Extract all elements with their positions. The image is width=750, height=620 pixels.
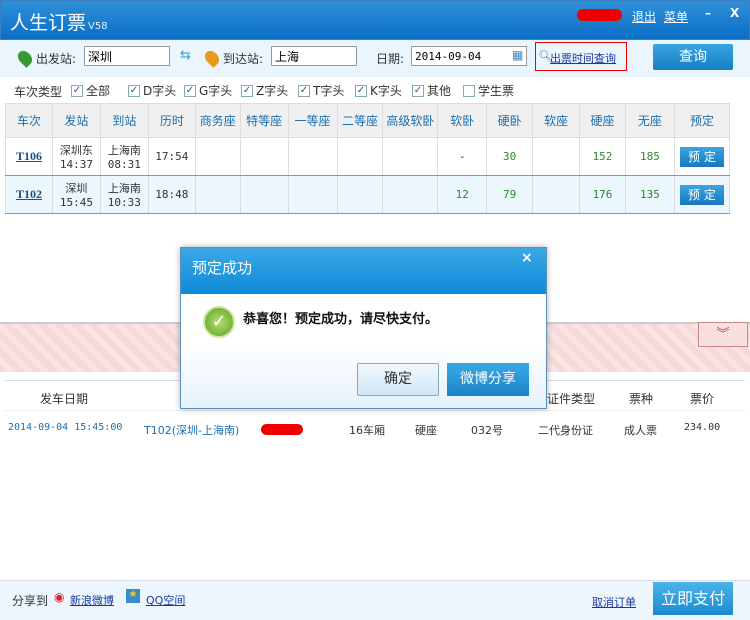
table-row: T102 深圳 15:45 上海南 10:33 18:48 12 79 176 13… <box>5 175 731 214</box>
menu-link[interactable]: 菜单 <box>664 8 688 25</box>
train-table: 车次 发站 到站 历时 商务座 特等座 一等座 二等座 高级软卧 软卧 硬卧 软座 硬座 无座 预定 T10… <box>5 103 731 214</box>
dialog-close-icon[interactable]: × <box>521 250 533 266</box>
hard-seat: 176 <box>579 175 626 214</box>
qzone-icon: ★ <box>126 589 140 603</box>
booking-success-dialog: 预定成功 × ✓ 恭喜您！预定成功，请尽快支付。 确定 微博分享 <box>180 247 547 409</box>
weibo-share-link[interactable]: 新浪微博 <box>70 592 114 608</box>
filter-label: 车次类型 <box>14 85 63 99</box>
filter-other[interactable]: ✓ 其他 <box>412 82 451 99</box>
filter-g[interactable]: ✓ G字头 <box>184 82 232 99</box>
redacted-passenger <box>261 424 303 435</box>
share-label: 分享到 <box>12 594 49 608</box>
dep-time: 14:37 <box>59 158 93 171</box>
order-train: T102(深圳-上海南) <box>144 424 240 437</box>
table-header: 车次 发站 到站 历时 商务座 特等座 一等座 二等座 高级软卧 软卧 硬卧 软座 硬座 无座 预定 <box>5 103 731 138</box>
col-header: 一等座 <box>287 103 338 138</box>
col-header: 无座 <box>624 103 675 138</box>
col-header: 特等座 <box>239 103 289 138</box>
order-id-type: 二代身份证 <box>538 424 593 437</box>
order-car: 16车厢 <box>349 424 385 437</box>
ok-button[interactable]: 确定 <box>357 363 439 396</box>
filter-student[interactable]: 学生票 <box>463 82 514 99</box>
col-header: 高级软卧 <box>382 103 439 138</box>
book-button[interactable]: 预 定 <box>679 146 724 167</box>
col-header: 发站 <box>51 103 101 138</box>
no-seat: 185 <box>624 137 675 176</box>
hard-seat: 152 <box>579 137 626 176</box>
table-row: T106 深圳东 14:37 上海南 08:31 17:54 - 30 152 18… <box>5 137 731 176</box>
duration: 17:54 <box>147 137 196 176</box>
duration: 18:48 <box>147 175 196 214</box>
swap-icon[interactable]: ⇆ <box>180 48 191 63</box>
col-header: 硬座 <box>579 103 626 138</box>
logout-link[interactable]: 退出 <box>632 8 656 25</box>
col-header: 到站 <box>99 103 149 138</box>
col-header: 硬卧 <box>486 103 534 138</box>
order-header-price: 票价 <box>690 392 715 406</box>
app-title: 人生订票 V58 <box>10 12 108 34</box>
order-price: 234.00 <box>684 422 721 433</box>
close-button[interactable]: X <box>730 6 739 20</box>
qzone-share-link[interactable]: QQ空间 <box>146 592 185 608</box>
dialog-message: 恭喜您！预定成功，请尽快支付。 <box>243 312 439 327</box>
no-seat: 135 <box>624 175 675 214</box>
success-check-icon: ✓ <box>203 306 235 338</box>
train-link[interactable]: T102 <box>16 187 42 201</box>
filter-z[interactable]: ✓ Z字头 <box>241 82 288 99</box>
dep-time: 15:45 <box>59 196 93 209</box>
from-station: 深圳东 <box>59 144 93 157</box>
to-station: 上海南 <box>107 182 141 195</box>
hard-sleeper: 79 <box>486 175 534 214</box>
date-label: 日期: <box>376 52 405 66</box>
to-station-input[interactable] <box>271 46 357 66</box>
divider <box>5 410 745 411</box>
col-header: 二等座 <box>336 103 384 138</box>
date-input[interactable] <box>411 46 527 66</box>
ticket-time-query-link[interactable]: 出票时间查询 <box>550 50 616 66</box>
weibo-share-button[interactable]: 微博分享 <box>447 363 529 396</box>
order-ticket-type: 成人票 <box>624 424 657 437</box>
arr-time: 08:31 <box>107 158 141 171</box>
order-header-date: 发车日期 <box>40 392 89 406</box>
order-seat-no: 032号 <box>471 424 503 437</box>
to-station: 上海南 <box>107 144 141 157</box>
col-header: 预定 <box>673 103 731 138</box>
arr-time: 10:33 <box>107 196 141 209</box>
from-station: 深圳 <box>65 182 88 195</box>
soft-sleeper: 12 <box>437 175 488 214</box>
filter-all[interactable]: ✓ 全部 <box>71 82 110 99</box>
order-seat-class: 硬座 <box>415 424 437 437</box>
collapse-chevron-icon[interactable]: ︾ <box>698 322 748 347</box>
pay-now-button[interactable]: 立即支付 <box>653 582 733 615</box>
cancel-order-link[interactable]: 取消订单 <box>592 594 636 610</box>
train-link[interactable]: T106 <box>16 149 42 163</box>
col-header: 车次 <box>5 103 53 138</box>
col-header: 软座 <box>532 103 581 138</box>
filter-t[interactable]: ✓ T字头 <box>298 82 344 99</box>
hard-sleeper: 30 <box>486 137 534 176</box>
col-header: 软卧 <box>437 103 488 138</box>
weibo-icon: ◉ <box>54 590 65 604</box>
minimize-button[interactable]: – <box>705 6 711 20</box>
filter-d[interactable]: ✓ D字头 <box>128 82 176 99</box>
order-header-id-type: 证件类型 <box>547 392 596 406</box>
redacted-username <box>577 9 622 21</box>
order-header-ticket-type: 票种 <box>629 392 654 406</box>
from-station-input[interactable] <box>84 46 170 66</box>
col-header: 历时 <box>147 103 196 138</box>
filter-k[interactable]: ✓ K字头 <box>355 82 402 99</box>
soft-sleeper: - <box>437 137 488 176</box>
query-button[interactable]: 查询 <box>653 44 733 70</box>
calendar-icon[interactable]: ▦ <box>512 48 523 62</box>
app-version: V58 <box>88 21 108 32</box>
from-label: 出发站: <box>36 52 77 66</box>
to-label: 到达站: <box>223 52 264 66</box>
order-date: 2014-09-04 15:45:00 <box>8 422 123 433</box>
book-button[interactable]: 预 定 <box>679 184 724 205</box>
col-header: 商务座 <box>194 103 241 138</box>
dialog-title: 预定成功 <box>181 248 546 294</box>
